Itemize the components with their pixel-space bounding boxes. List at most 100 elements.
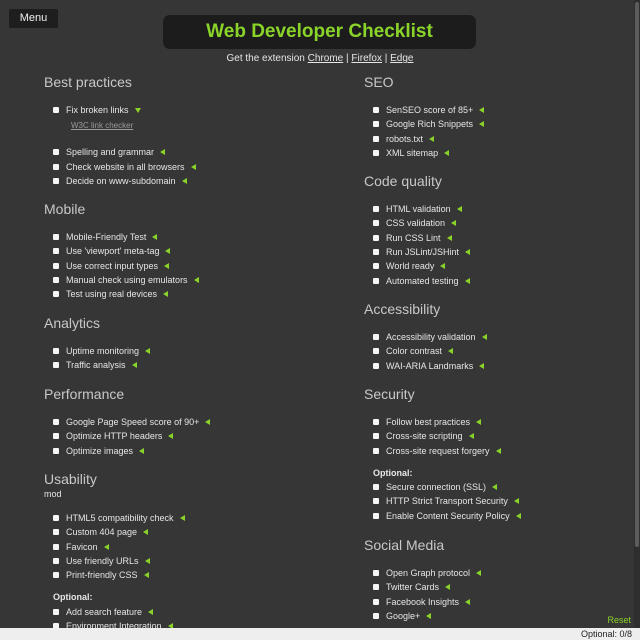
w3c-link-checker-link[interactable]: W3C link checker bbox=[53, 119, 304, 133]
firefox-link[interactable]: Firefox bbox=[351, 53, 382, 64]
checkbox[interactable] bbox=[373, 150, 379, 157]
triangle-left-icon[interactable] bbox=[181, 178, 187, 185]
checkbox[interactable] bbox=[53, 362, 59, 369]
triangle-left-icon[interactable] bbox=[446, 234, 452, 241]
checkbox[interactable] bbox=[373, 447, 379, 454]
checkbox[interactable] bbox=[373, 570, 379, 577]
checklist-item[interactable]: Cross-site scripting bbox=[373, 429, 624, 443]
triangle-left-icon[interactable] bbox=[164, 262, 170, 269]
scrollbar[interactable] bbox=[634, 0, 640, 628]
checkbox[interactable] bbox=[373, 613, 379, 620]
reset-button[interactable]: Reset bbox=[607, 615, 631, 625]
triangle-left-icon[interactable] bbox=[179, 515, 185, 522]
triangle-left-icon[interactable] bbox=[492, 484, 498, 491]
checkbox[interactable] bbox=[373, 263, 379, 270]
checkbox[interactable] bbox=[53, 291, 59, 298]
checklist-item[interactable]: HTML validation bbox=[373, 202, 624, 216]
triangle-left-icon[interactable] bbox=[160, 149, 166, 156]
checkbox[interactable] bbox=[53, 107, 59, 114]
triangle-left-icon[interactable] bbox=[479, 107, 485, 114]
checkbox[interactable] bbox=[373, 334, 379, 341]
checkbox[interactable] bbox=[53, 277, 59, 284]
checklist-item[interactable]: Optimize images bbox=[53, 444, 304, 458]
checklist-item[interactable]: Manual check using emulators bbox=[53, 273, 304, 287]
triangle-left-icon[interactable] bbox=[144, 558, 150, 565]
triangle-left-icon[interactable] bbox=[440, 263, 446, 270]
triangle-left-icon[interactable] bbox=[515, 512, 521, 519]
triangle-down-icon[interactable] bbox=[134, 108, 141, 114]
checkbox[interactable] bbox=[373, 512, 379, 519]
scrollbar-thumb[interactable] bbox=[635, 2, 639, 547]
triangle-left-icon[interactable] bbox=[476, 419, 482, 426]
chrome-link[interactable]: Chrome bbox=[308, 53, 344, 64]
checklist-item[interactable]: Custom 404 page bbox=[53, 525, 304, 539]
checklist-item[interactable]: Favicon bbox=[53, 540, 304, 554]
checklist-item[interactable]: Open Graph protocol bbox=[373, 566, 624, 580]
triangle-left-icon[interactable] bbox=[139, 447, 145, 454]
checklist-item[interactable]: Mobile-Friendly Test bbox=[53, 230, 304, 244]
checklist-item[interactable]: Check website in all browsers bbox=[53, 160, 304, 174]
checklist-item[interactable]: Twitter Cards bbox=[373, 580, 624, 594]
checklist-item[interactable]: Google Page Speed score of 90+ bbox=[53, 415, 304, 429]
checkbox[interactable] bbox=[53, 608, 59, 615]
triangle-left-icon[interactable] bbox=[451, 220, 457, 227]
triangle-left-icon[interactable] bbox=[464, 277, 470, 284]
checklist-item[interactable]: Use 'viewport' meta-tag bbox=[53, 244, 304, 258]
checklist-item[interactable]: Run JSLint/JSHint bbox=[373, 245, 624, 259]
checkbox[interactable] bbox=[373, 121, 379, 128]
triangle-left-icon[interactable] bbox=[426, 613, 432, 620]
checklist-item[interactable]: Accessibility validation bbox=[373, 330, 624, 344]
checklist-item[interactable]: Test using real devices bbox=[53, 287, 304, 301]
checkbox[interactable] bbox=[373, 419, 379, 426]
triangle-left-icon[interactable] bbox=[456, 206, 462, 213]
checklist-item[interactable]: HTML5 compatibility check bbox=[53, 511, 304, 525]
triangle-left-icon[interactable] bbox=[205, 419, 211, 426]
checklist-item[interactable]: XML sitemap bbox=[373, 146, 624, 160]
checkbox[interactable] bbox=[373, 206, 379, 213]
checklist-item[interactable]: Cross-site request forgery bbox=[373, 444, 624, 458]
checklist-item[interactable]: WAI-ARIA Landmarks bbox=[373, 359, 624, 373]
edge-link[interactable]: Edge bbox=[390, 53, 413, 64]
checkbox[interactable] bbox=[373, 220, 379, 227]
checkbox[interactable] bbox=[373, 348, 379, 355]
checkbox[interactable] bbox=[53, 149, 59, 156]
checklist-item[interactable]: HTTP Strict Transport Security bbox=[373, 494, 624, 508]
triangle-left-icon[interactable] bbox=[145, 348, 151, 355]
triangle-left-icon[interactable] bbox=[465, 598, 471, 605]
checkbox[interactable] bbox=[53, 248, 59, 255]
checklist-item[interactable]: Secure connection (SSL) bbox=[373, 480, 624, 494]
checklist-item[interactable]: Color contrast bbox=[373, 344, 624, 358]
checkbox[interactable] bbox=[53, 348, 59, 355]
checkbox[interactable] bbox=[53, 558, 59, 565]
checkbox[interactable] bbox=[53, 447, 59, 454]
checkbox[interactable] bbox=[373, 433, 379, 440]
checklist-item[interactable]: Enable Content Security Policy bbox=[373, 508, 624, 522]
checkbox[interactable] bbox=[53, 262, 59, 269]
checkbox[interactable] bbox=[373, 135, 379, 142]
triangle-left-icon[interactable] bbox=[152, 234, 158, 241]
triangle-left-icon[interactable] bbox=[165, 248, 171, 255]
checkbox[interactable] bbox=[373, 498, 379, 505]
checkbox[interactable] bbox=[53, 178, 59, 185]
triangle-left-icon[interactable] bbox=[479, 362, 485, 369]
checkbox[interactable] bbox=[373, 484, 379, 491]
checklist-item[interactable]: Optimize HTTP headers bbox=[53, 429, 304, 443]
triangle-left-icon[interactable] bbox=[444, 150, 450, 157]
checklist-item[interactable]: Print-friendly CSS bbox=[53, 568, 304, 582]
triangle-left-icon[interactable] bbox=[448, 348, 454, 355]
checkbox[interactable] bbox=[373, 362, 379, 369]
checklist-item[interactable]: CSS validation bbox=[373, 216, 624, 230]
triangle-left-icon[interactable] bbox=[103, 543, 109, 550]
checkbox[interactable] bbox=[53, 433, 59, 440]
menu-button[interactable]: Menu bbox=[9, 9, 58, 28]
checkbox[interactable] bbox=[53, 163, 59, 170]
checklist-item[interactable]: Run CSS Lint bbox=[373, 231, 624, 245]
triangle-left-icon[interactable] bbox=[429, 135, 435, 142]
checklist-item[interactable]: Use correct input types bbox=[53, 259, 304, 273]
checklist-item[interactable]: Automated testing bbox=[373, 273, 624, 287]
triangle-left-icon[interactable] bbox=[476, 570, 482, 577]
checklist-item[interactable]: Add search feature bbox=[53, 604, 304, 618]
triangle-left-icon[interactable] bbox=[465, 249, 471, 256]
checkbox[interactable] bbox=[53, 515, 59, 522]
checklist-item[interactable]: Facebook Insights bbox=[373, 595, 624, 609]
